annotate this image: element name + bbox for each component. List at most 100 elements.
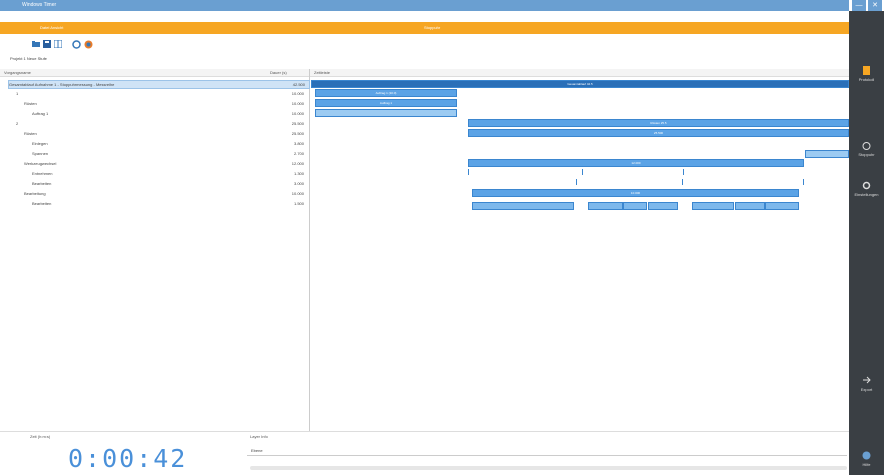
tree-row-name: Bearbeiten [32,201,52,206]
stopwatch-display: 0:00:42 [68,444,188,473]
sidebar-item-stoppuhr[interactable]: Stoppuhr [849,141,884,157]
minimize-button[interactable]: — [852,0,866,11]
tree-row-name: Entnehmen [32,171,53,176]
timeline-bar[interactable] [623,202,647,210]
menu-center-title: Stoppuhr [424,25,441,30]
tree-row-duration: 10.000 [291,111,304,116]
column-timeline-header: Zeitleiste [314,70,331,75]
tree-row[interactable]: Auftrag 1 10.000 [8,110,308,117]
tree-row[interactable]: Werkzeugwechsel 12.000 [8,160,308,167]
tree-row-name: 2 [16,121,19,126]
tree-row-name: 1 [16,91,19,96]
sidebar-item-label: Einstellungen [854,192,879,197]
tree-row-name: Einlegen [32,141,48,146]
timeline-tick [803,179,804,185]
close-button[interactable]: ✕ [868,0,882,11]
gear-icon [862,181,871,190]
timeline-bar[interactable] [735,202,765,210]
timeline-bar[interactable]: Auftrag 1 [315,99,457,107]
sidebar-item-label: Protokoll [858,77,875,82]
stopwatch-icon [862,142,871,150]
column-duration-header[interactable]: Dauer (s) [270,69,287,76]
tree-row-duration: 1.500 [293,201,304,206]
tree-row-duration: 2.700 [293,151,304,156]
timeline-bar[interactable]: Rüsten 25.5 [468,119,849,127]
timeline-tick [682,179,683,185]
timeline-bar[interactable] [648,202,678,210]
timeline-tick [468,169,469,175]
timeline-tick [576,179,577,185]
tree-row[interactable]: 1 10.000 [8,90,308,97]
export-icon [863,376,871,384]
sidebar-item-label: Export [860,387,873,392]
tree-row-duration: 12.000 [291,161,304,166]
grid-icon[interactable] [53,39,63,49]
timeline-tick [683,169,684,175]
tree-row[interactable]: Rüsten 25.500 [8,130,308,137]
tree-row[interactable]: Spannen 2.700 [8,150,308,157]
tree-row[interactable]: Bearbeitung 10.000 [8,190,308,197]
tree-header: Vorgangsname Dauer (s) [0,69,309,77]
tree-row-duration: 3.000 [293,181,304,186]
timeline-tick [582,169,583,175]
menu-items[interactable]: Datei Ansicht [40,25,63,30]
timeline-header: Zeitleiste [310,69,849,77]
title-bar: Windows Timer [0,0,849,11]
sidebar-item-protokoll[interactable]: Protokoll [849,66,884,82]
timeline-bar[interactable] [588,202,623,210]
layer-value: Ebene [251,448,263,453]
tree-row-duration: 10.000 [291,191,304,196]
sidebar-item-export[interactable]: Export [849,376,884,392]
sidebar-item-settings[interactable]: Einstellungen [849,181,884,197]
timeline-bar[interactable]: 25.500 [468,129,849,137]
open-icon[interactable] [32,40,40,48]
tree-row-name: Bearbeiten [32,181,52,186]
tree-row[interactable]: Bearbeiten 3.000 [8,180,308,187]
sidebar-item-help[interactable]: Hilfe [849,451,884,467]
column-name-header[interactable]: Vorgangsname [4,69,31,76]
tree-row-name: Rüsten [24,101,37,106]
tree-row-name: Werkzeugwechsel [24,161,57,166]
tree-row-duration: 1.300 [293,171,304,176]
timeline-bar[interactable]: Auftrag 1 (10.0) [315,89,457,97]
tree-row-name: Gesamtablauf Aufnahme 1 - Stoppuhrmessun… [9,82,115,87]
right-sidebar: Protokoll Stoppuhr Einstellungen Export … [849,11,884,475]
tree-row[interactable]: Entnehmen 1.300 [8,170,308,177]
tree-row[interactable]: 2 25.500 [8,120,308,127]
tree-row-name: Rüsten [24,131,37,136]
save-icon[interactable] [43,40,51,48]
timeline-bar[interactable] [765,202,799,210]
tree-row[interactable]: Einlegen 3.800 [8,140,308,147]
tree-row[interactable]: Gesamtablauf Aufnahme 1 - Stoppuhrmessun… [8,80,310,89]
timeline-bar-total[interactable]: Gesamtablauf 42.5 [311,80,849,88]
timeline-bar[interactable] [315,109,457,117]
horizontal-scrollbar[interactable] [250,466,847,470]
layer-field[interactable]: Ebene [247,447,847,456]
timer-label: Zeit (h:m:s) [30,434,51,439]
tree-row-duration: 10.000 [291,101,304,106]
window-title: Windows Timer [22,2,57,8]
timeline-bar[interactable] [472,202,574,210]
tree-row-name: Spannen [32,151,49,156]
timeline-bar[interactable] [692,202,734,210]
tree-row[interactable]: Bearbeiten 1.500 [8,200,308,207]
layer-label: Layer Info [250,434,268,439]
help-icon [862,451,871,460]
sidebar-item-label: Hilfe [862,462,871,467]
tree-row[interactable]: Rüsten 10.000 [8,100,308,107]
tree-row-name: Bearbeitung [24,191,46,196]
menu-bar: Datei Ansicht Stoppuhr [0,22,849,34]
tree-row-duration: 25.500 [291,131,304,136]
tree-row-duration: 10.000 [291,91,304,96]
globe-icon[interactable] [84,40,93,49]
timeline-bar[interactable]: 10.000 [472,189,799,197]
refresh-icon[interactable] [72,40,81,49]
timeline-bar[interactable] [805,150,849,158]
pane-divider[interactable] [309,69,310,431]
document-icon [863,66,870,75]
tree-row-duration: 25.500 [291,121,304,126]
timeline-bar[interactable]: 12.000 [468,159,804,167]
tree-row-duration: 42.500 [292,82,305,87]
tree-row-name: Auftrag 1 [32,111,49,116]
breadcrumb[interactable]: Projekt 1 Neue Stufe [10,56,47,61]
